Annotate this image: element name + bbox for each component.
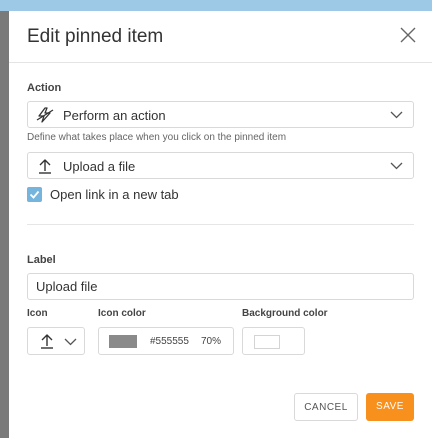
chevron-down-icon <box>390 162 403 170</box>
dialog-header: Edit pinned item <box>9 11 432 63</box>
section-divider <box>27 224 414 225</box>
background-color-swatch[interactable] <box>254 335 280 349</box>
open-new-tab-checkbox[interactable] <box>27 187 42 202</box>
upload-arrow-icon <box>41 334 53 349</box>
cancel-button[interactable]: CANCEL <box>294 393 358 421</box>
open-new-tab-label[interactable]: Open link in a new tab <box>50 187 179 202</box>
edit-pinned-item-dialog: Edit pinned item Action Perform an actio… <box>9 11 432 438</box>
action-select-value: Perform an action <box>63 108 166 123</box>
action-label: Action <box>27 82 62 94</box>
action-select[interactable]: Perform an action <box>27 101 414 128</box>
chevron-down-icon <box>390 111 403 119</box>
close-icon[interactable] <box>399 26 417 44</box>
backdrop-top-strip <box>0 0 432 11</box>
icon-color-hex: #555555 <box>150 336 189 347</box>
icon-heading: Icon <box>27 308 48 319</box>
action-type-select[interactable]: Upload a file <box>27 152 414 179</box>
label-heading: Label <box>27 254 56 266</box>
label-input[interactable]: Upload file <box>27 273 414 300</box>
icon-color-opacity: 70% <box>201 336 222 347</box>
icon-color-picker[interactable]: #555555 70% <box>98 327 234 355</box>
action-type-select-value: Upload a file <box>63 159 136 174</box>
upload-arrow-icon <box>39 159 51 174</box>
checkmark-icon <box>29 190 40 199</box>
dialog-title: Edit pinned item <box>27 26 164 47</box>
bolt-slash-icon <box>36 107 54 123</box>
icon-color-swatch[interactable] <box>109 335 137 348</box>
background-color-heading: Background color <box>242 308 328 319</box>
action-hint: Define what takes place when you click o… <box>27 132 287 143</box>
save-button[interactable]: SAVE <box>366 393 414 421</box>
chevron-down-icon <box>64 338 77 346</box>
icon-picker[interactable] <box>27 327 85 355</box>
icon-color-heading: Icon color <box>98 308 146 319</box>
background-color-picker[interactable] <box>242 327 305 355</box>
backdrop-left-strip <box>0 11 9 438</box>
